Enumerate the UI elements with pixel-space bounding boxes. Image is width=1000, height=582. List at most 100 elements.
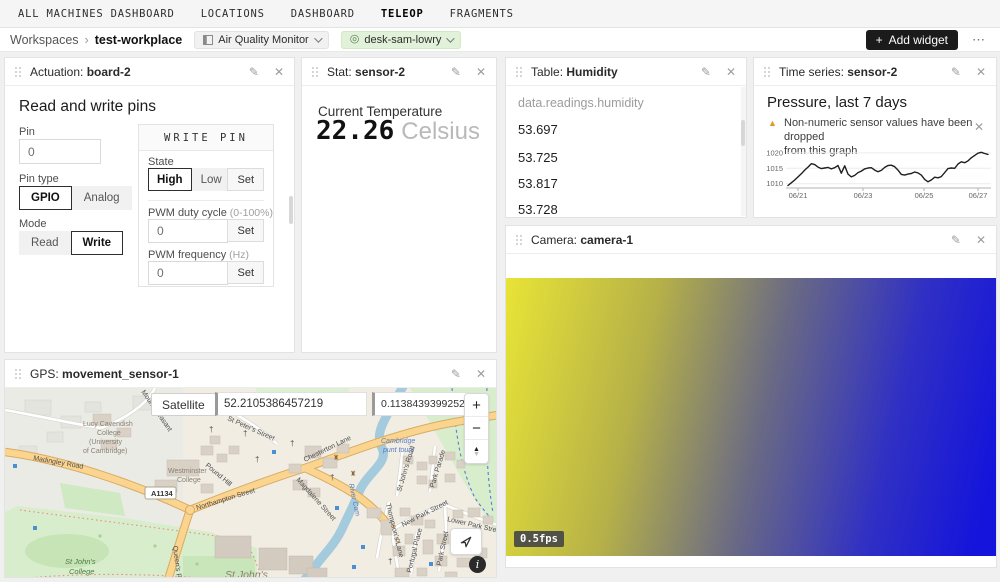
top-nav: ALL MACHINES DASHBOARD LOCATIONS DASHBOA… (0, 0, 1000, 28)
map-label: † (255, 455, 259, 464)
write-pin-title: WRITE PIN (139, 125, 273, 151)
edit-icon[interactable]: ✎ (451, 66, 461, 78)
add-widget-label: Add widget (889, 33, 948, 47)
close-icon[interactable]: ✕ (726, 66, 736, 78)
close-icon[interactable]: ✕ (976, 66, 986, 78)
svg-text:06/23: 06/23 (854, 191, 873, 200)
widget-gps: GPS: movement_sensor-1 ✎ ✕ (4, 359, 497, 578)
drag-handle-icon[interactable] (15, 369, 21, 379)
warning-dismiss-icon[interactable]: ✕ (974, 120, 984, 134)
chart-title: Pressure, last 7 days (767, 94, 907, 111)
widget-title: Actuation: (30, 65, 83, 79)
compass-button[interactable]: ▲ ▼ (465, 440, 488, 463)
widget-header: Stat: sensor-2 ✎ ✕ (302, 58, 496, 86)
pin-type-analog-button[interactable]: Analog (72, 186, 132, 210)
map-info-icon[interactable]: i (469, 556, 486, 573)
drag-handle-icon[interactable] (764, 67, 770, 77)
drag-handle-icon[interactable] (516, 67, 522, 77)
widget-title: Table: (531, 65, 563, 79)
state-set-button[interactable]: Set (227, 168, 264, 191)
widget-title: Camera: (531, 233, 577, 247)
map-label: College (69, 567, 94, 576)
map-label: ♜ (333, 454, 339, 462)
pwm-freq-input[interactable]: 0 (148, 261, 228, 285)
mode-read-button[interactable]: Read (19, 231, 71, 255)
drag-handle-icon[interactable] (312, 67, 318, 77)
table-row: 53.817 (518, 176, 558, 191)
widget-device: board-2 (87, 65, 131, 79)
close-icon[interactable]: ✕ (976, 234, 986, 246)
scrollbar[interactable] (741, 120, 745, 146)
nav-locations[interactable]: LOCATIONS (201, 8, 265, 20)
widget-actuation: Actuation: board-2 ✎ ✕ Read and write pi… (4, 57, 295, 353)
map-label: College (177, 477, 201, 484)
close-icon[interactable]: ✕ (274, 66, 284, 78)
machine-select[interactable]: ◎ desk-sam-lowry (341, 31, 462, 49)
map-label: ♜ (350, 470, 356, 478)
pin-label: Pin (19, 126, 35, 138)
map-label: Lucy Cavendish (83, 421, 133, 428)
map-label: ✡ (395, 537, 401, 545)
state-high-button[interactable]: High (148, 168, 192, 191)
satellite-toggle-button[interactable]: Satellite (151, 393, 216, 416)
pwm-freq-label: PWM frequency (148, 249, 226, 261)
longitude-input[interactable]: 0.11384393992523201 (372, 392, 468, 416)
chevron-down-icon (447, 34, 455, 42)
map-label: † (388, 557, 392, 566)
drag-handle-icon[interactable] (15, 67, 21, 77)
widget-table: Table: Humidity ✎ ✕ data.readings.humidi… (505, 57, 747, 218)
nav-teleop[interactable]: TELEOP (381, 8, 424, 20)
pwm-freq-unit: (Hz) (229, 249, 249, 261)
table-column-header: data.readings.humidity (518, 96, 644, 110)
widget-header: Camera: camera-1 ✎ ✕ (506, 226, 996, 254)
latitude-input[interactable]: 52.2105386457219 (215, 392, 367, 416)
pwm-freq-set-button[interactable]: Set (227, 261, 264, 284)
edit-icon[interactable]: ✎ (249, 66, 259, 78)
pin-input[interactable]: 0 (19, 139, 101, 164)
nav-all-machines-dashboard[interactable]: ALL MACHINES DASHBOARD (18, 8, 175, 20)
map-label: College (97, 430, 121, 437)
svg-text:1020: 1020 (766, 148, 783, 157)
widget-device: sensor-2 (355, 65, 405, 79)
edit-icon[interactable]: ✎ (951, 234, 961, 246)
close-icon[interactable]: ✕ (476, 66, 486, 78)
edit-icon[interactable]: ✎ (951, 66, 961, 78)
widget-device: movement_sensor-1 (62, 367, 179, 381)
add-widget-button[interactable]: + Add widget (866, 30, 958, 50)
zoom-out-button[interactable]: − (465, 417, 488, 440)
state-label: State (148, 156, 174, 168)
edit-icon[interactable]: ✎ (701, 66, 711, 78)
camera-stream-image: 0.5fps (506, 278, 996, 556)
widget-camera: Camera: camera-1 ✎ ✕ 0.5fps (505, 225, 997, 568)
map-zoom-controls: + − ▲ ▼ (464, 393, 489, 464)
scrollbar[interactable] (289, 196, 293, 224)
pin-type-label: Pin type (19, 173, 59, 185)
plus-icon: + (876, 33, 883, 47)
widget-device: Humidity (566, 65, 617, 79)
nav-dashboard[interactable]: DASHBOARD (291, 8, 355, 20)
openstreetmap-canvas[interactable]: A1134 Madingley RoadNorthampton StreetCh… (5, 388, 496, 577)
locate-button[interactable] (450, 528, 482, 555)
pwm-duty-set-button[interactable]: Set (227, 219, 264, 242)
more-menu-icon[interactable]: ⋯ (972, 32, 986, 48)
mode-write-button[interactable]: Write (71, 231, 124, 255)
table-row: 53.697 (518, 122, 558, 137)
drag-handle-icon[interactable] (516, 235, 522, 245)
nav-fragments[interactable]: FRAGMENTS (450, 8, 514, 20)
pin-type-gpio-button[interactable]: GPIO (19, 186, 72, 210)
map-label: St John's (65, 557, 96, 566)
pwm-duty-unit: (0-100%) (230, 207, 273, 219)
actuation-heading: Read and write pins (19, 98, 156, 116)
breadcrumb-workspaces[interactable]: Workspaces (10, 33, 79, 47)
pwm-duty-input[interactable]: 0 (148, 219, 228, 243)
svg-text:1015: 1015 (766, 164, 783, 173)
zoom-in-button[interactable]: + (465, 394, 488, 417)
map[interactable]: A1134 Madingley RoadNorthampton StreetCh… (5, 388, 496, 577)
map-label: Westminster (168, 468, 207, 475)
svg-text:1010: 1010 (766, 179, 783, 188)
toolbar: Workspaces › test-workplace Air Quality … (0, 28, 1000, 52)
close-icon[interactable]: ✕ (476, 368, 486, 380)
edit-icon[interactable]: ✎ (451, 368, 461, 380)
workspace-select[interactable]: Air Quality Monitor (194, 31, 328, 49)
state-low-button[interactable]: Low (192, 168, 231, 191)
